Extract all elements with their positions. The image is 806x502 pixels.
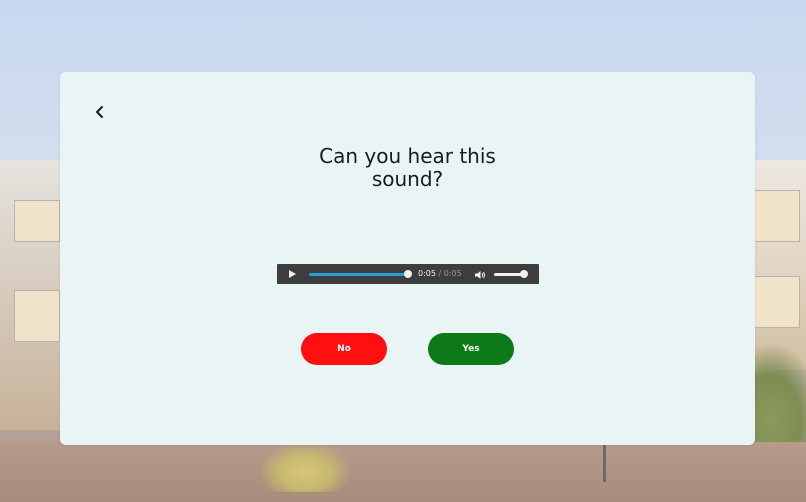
time-separator: / [438,269,442,278]
page-background: Can you hear this sound? 0:05 / 0:05 No … [0,0,806,502]
no-button[interactable]: No [301,333,387,365]
chevron-left-icon [96,106,103,118]
background-window [14,290,60,342]
current-time: 0:05 [418,269,436,278]
background-window [14,200,60,242]
lamp-pole [602,444,606,482]
volume-handle[interactable] [520,270,528,278]
background-building-right [746,160,806,370]
duration: 0:05 [443,269,462,278]
dialog-title-line-2: sound? [371,167,444,191]
audio-player: 0:05 / 0:05 [277,264,539,284]
background-window [750,276,800,328]
background-ground [0,442,806,502]
time-display: 0:05 / 0:05 [418,268,462,280]
sound-check-dialog: Can you hear this sound? 0:05 / 0:05 No … [60,72,755,445]
yes-button[interactable]: Yes [428,333,514,365]
mute-button[interactable] [474,268,486,280]
dialog-title: Can you hear this sound? [60,145,755,191]
background-shrub [260,442,350,492]
seek-bar[interactable] [309,273,409,276]
volume-icon [475,271,485,279]
back-button[interactable] [90,102,110,122]
play-icon [289,270,296,278]
play-button[interactable] [285,267,299,281]
seek-handle[interactable] [404,270,412,278]
background-window [750,190,800,242]
dialog-title-line-1: Can you hear this [319,144,496,168]
